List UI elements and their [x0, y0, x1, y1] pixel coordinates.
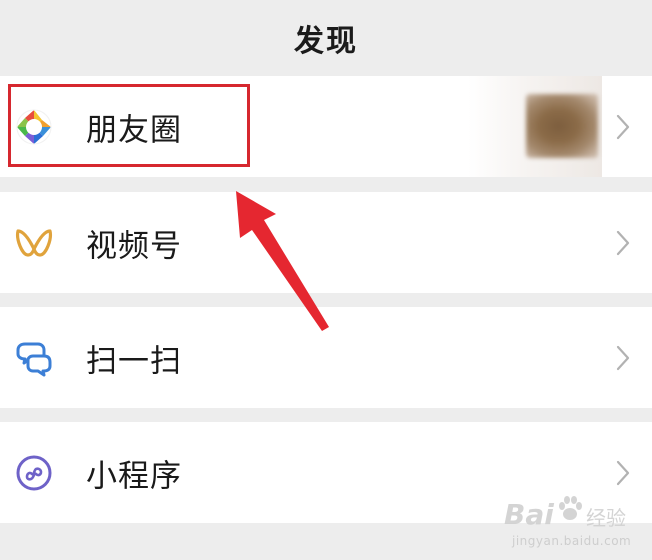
- discover-screen: 发现 朋友圈 视频号 扫一扫 小程序 Bai 经验 jingyan.baidu.…: [0, 0, 652, 560]
- paw-logo-icon: [556, 494, 584, 524]
- highlight-annotation-box: [8, 84, 250, 167]
- watermark-url: jingyan.baidu.com: [512, 534, 632, 548]
- title-bar: 发现: [0, 0, 652, 76]
- page-title: 发现: [294, 24, 358, 59]
- moments-preview-thumbnail: [526, 94, 598, 158]
- menu-item-scan[interactable]: 扫一扫: [0, 307, 652, 408]
- menu-item-label: 小程序: [86, 458, 182, 494]
- chevron-right-icon: [616, 345, 630, 371]
- menu-item-label: 扫一扫: [86, 343, 182, 379]
- chevron-right-icon: [616, 114, 630, 140]
- scan-icon: [14, 338, 54, 378]
- menu-item-label: 视频号: [86, 228, 182, 264]
- watermark-brand-text: Bai: [504, 498, 554, 531]
- baidu-jingyan-watermark: Bai 经验 jingyan.baidu.com: [504, 494, 644, 554]
- mini-program-icon: [14, 453, 54, 493]
- chevron-right-icon: [616, 460, 630, 486]
- channels-icon: [14, 223, 54, 263]
- watermark-jingyan-text: 经验: [586, 506, 626, 530]
- menu-item-channels[interactable]: 视频号: [0, 192, 652, 293]
- chevron-right-icon: [616, 230, 630, 256]
